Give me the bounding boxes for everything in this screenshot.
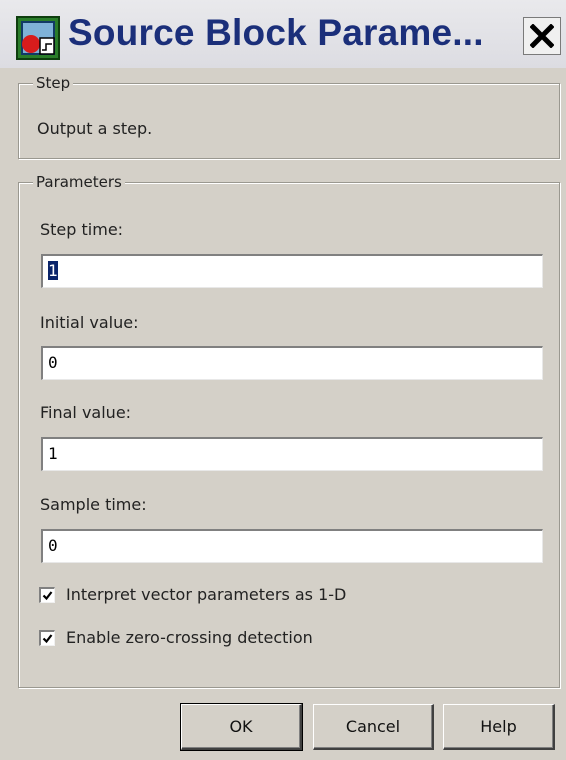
parameters-group-legend: Parameters — [33, 172, 125, 192]
check-icon — [42, 633, 53, 643]
final-value-label: Final value: — [40, 403, 132, 422]
close-icon — [530, 24, 554, 48]
block-description: Output a step. — [37, 119, 153, 138]
interpret-vector-checkbox[interactable] — [39, 586, 55, 603]
interpret-vector-option[interactable]: Interpret vector parameters as 1-D — [39, 585, 346, 604]
close-button[interactable] — [523, 17, 561, 55]
window-title: Source Block Parame... — [68, 12, 484, 53]
zero-crossing-label: Enable zero-crossing detection — [66, 628, 313, 647]
title-bar[interactable]: Source Block Parame... — [0, 0, 566, 68]
final-value-value: 1 — [48, 444, 58, 463]
zero-crossing-checkbox[interactable] — [39, 629, 55, 646]
initial-value-value: 0 — [48, 353, 58, 372]
sample-time-label: Sample time: — [40, 495, 147, 514]
step-group-legend: Step — [33, 73, 74, 93]
ok-button[interactable]: OK — [180, 703, 303, 751]
help-button[interactable]: Help — [443, 704, 555, 750]
final-value-field[interactable]: 1 — [41, 437, 543, 471]
step-time-field[interactable]: 1 — [41, 254, 543, 288]
cancel-button[interactable]: Cancel — [313, 704, 434, 750]
source-block-parameters-dialog: Source Block Parame... Step Output a ste… — [0, 0, 566, 760]
step-group: Step Output a step. — [18, 73, 560, 159]
sample-time-field[interactable]: 0 — [41, 529, 543, 563]
step-time-value: 1 — [48, 261, 58, 280]
sample-time-value: 0 — [48, 536, 58, 555]
simulink-block-icon — [16, 16, 60, 60]
initial-value-field[interactable]: 0 — [41, 346, 543, 380]
interpret-vector-label: Interpret vector parameters as 1-D — [66, 585, 347, 604]
step-time-label: Step time: — [40, 220, 124, 239]
zero-crossing-option[interactable]: Enable zero-crossing detection — [39, 628, 313, 647]
initial-value-label: Initial value: — [40, 313, 139, 332]
check-icon — [42, 590, 53, 600]
